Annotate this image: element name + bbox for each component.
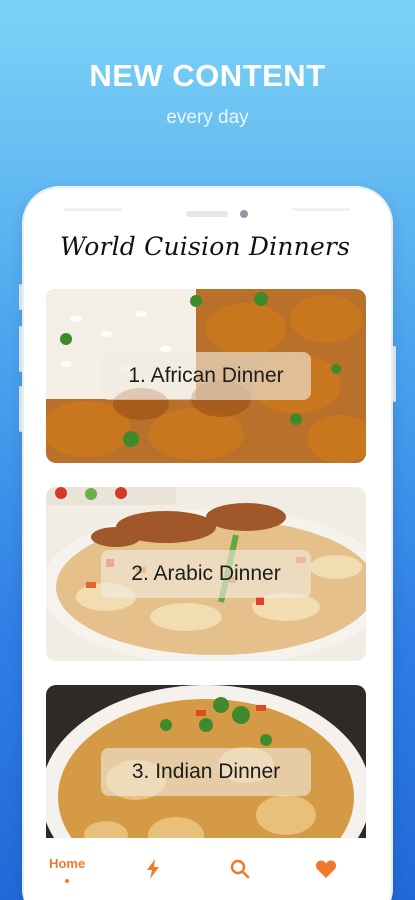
card-label: 1. African Dinner — [101, 352, 311, 400]
dinner-card-arabic[interactable]: 2. Arabic Dinner — [46, 487, 366, 661]
phone-camera — [240, 210, 248, 218]
phone-bezel-line — [64, 208, 122, 211]
phone-side-button — [19, 326, 22, 372]
search-icon — [230, 859, 249, 879]
card-label: 2. Arabic Dinner — [101, 550, 311, 598]
nav-search[interactable] — [210, 859, 270, 879]
phone-speaker — [186, 211, 228, 217]
lightning-icon — [147, 859, 160, 879]
nav-active-indicator — [65, 878, 70, 883]
nav-trending[interactable] — [123, 859, 183, 879]
phone-side-button — [393, 346, 396, 402]
nav-favorites[interactable] — [296, 859, 356, 879]
heart-icon — [315, 860, 336, 878]
phone-bezel-line — [292, 208, 350, 211]
nav-home[interactable]: Home — [37, 856, 97, 883]
bottom-nav: Home — [24, 838, 369, 900]
promo-subtitle: every day — [166, 107, 249, 128]
card-label: 3. Indian Dinner — [101, 748, 311, 796]
dinner-card-indian[interactable]: 3. Indian Dinner — [46, 685, 366, 859]
app-title: World Cuision Dinners — [60, 232, 351, 261]
phone-side-button — [19, 284, 22, 310]
dinner-card-african[interactable]: 1. African Dinner — [46, 289, 366, 463]
nav-home-label: Home — [49, 855, 86, 871]
promo-title: NEW CONTENT — [89, 58, 326, 93]
phone-side-button — [19, 386, 22, 432]
